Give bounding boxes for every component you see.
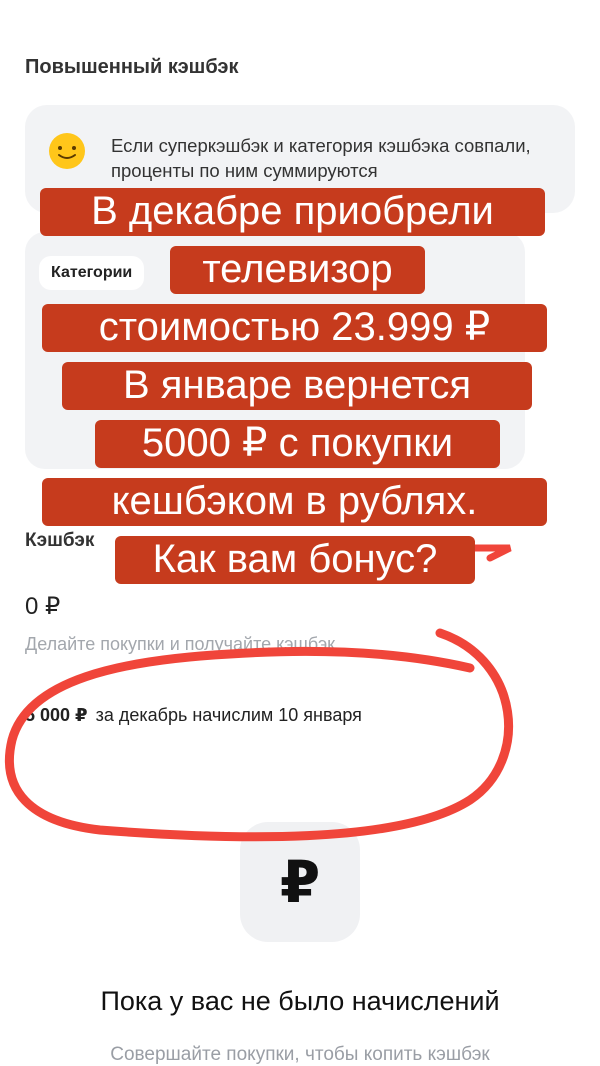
pending-text: за декабрь начислим 10 января [95,705,362,725]
annotation-line: кешбэком в рублях. [42,478,547,526]
ruble-icon: ₽ [240,822,360,942]
pending-cashback: 5 000 ₽ за декабрь начислим 10 января [25,705,362,726]
empty-state-title: Пока у вас не было начислений [100,986,500,1016]
annotation-line: Как вам бонус? [115,536,475,584]
categories-chip[interactable]: Категории [39,256,145,290]
info-card-text: Если суперкэшбэк и категория кэшбэка сов… [111,135,531,181]
empty-state-subtitle: Совершайте покупки, чтобы копить кэшбэк [110,1044,490,1065]
info-card[interactable]: Если суперкэшбэк и категория кэшбэка сов… [25,105,575,213]
cashback-balance: 0 ₽ [25,593,61,620]
pending-amount: 5 000 ₽ [25,705,88,725]
cashback-hint: Делайте покупки и получайте кэшбэк [25,634,336,654]
categories-card[interactable]: Категории [25,232,525,469]
cashback-label: Кэшбэк [25,530,95,551]
section-title: Повышенный кэшбэк [25,56,239,78]
smile-emoji-icon [49,133,85,169]
